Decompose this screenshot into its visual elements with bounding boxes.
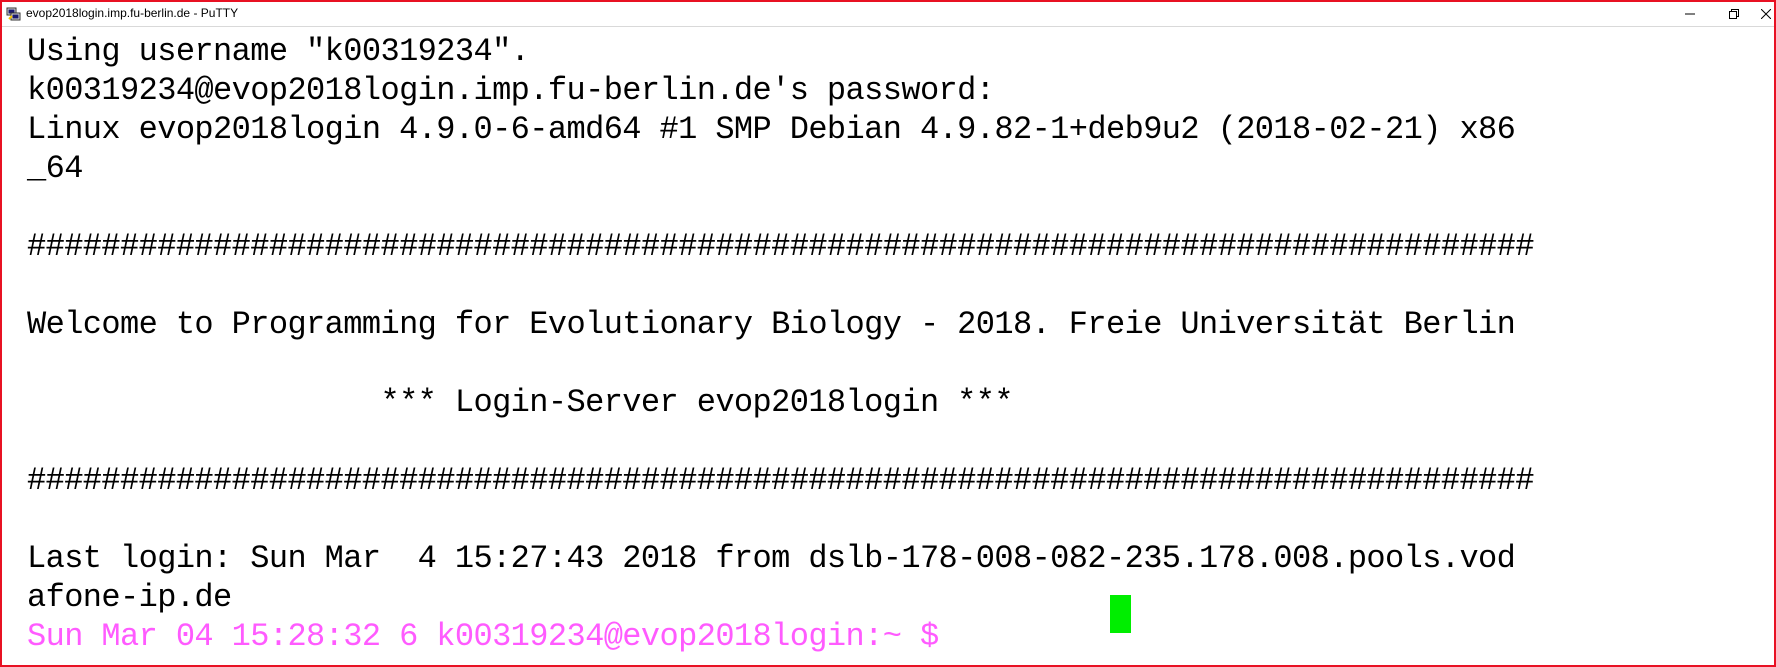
putty-window: evop2018login.imp.fu-berlin.de - PuTTY U… — [0, 0, 1776, 667]
title-bar[interactable]: evop2018login.imp.fu-berlin.de - PuTTY — [2, 2, 1774, 27]
minimize-button[interactable] — [1668, 2, 1712, 26]
close-button[interactable] — [1756, 2, 1776, 26]
terminal-line: ########################################… — [27, 462, 1534, 499]
terminal-line: Welcome to Programming for Evolutionary … — [27, 306, 1516, 343]
restore-icon — [1729, 9, 1739, 19]
terminal-cursor — [1110, 595, 1131, 633]
terminal-line: _64 — [27, 150, 83, 187]
close-icon — [1761, 9, 1771, 19]
shell-prompt: Sun Mar 04 15:28:32 6 k00319234@evop2018… — [27, 618, 958, 655]
minimize-icon — [1685, 9, 1695, 19]
putty-icon[interactable] — [6, 6, 21, 21]
terminal-screen[interactable]: Using username "k00319234". k00319234@ev… — [2, 27, 1774, 665]
terminal-line: Linux evop2018login 4.9.0-6-amd64 #1 SMP… — [27, 111, 1516, 148]
terminal-line: ########################################… — [27, 228, 1534, 265]
restore-button[interactable] — [1712, 2, 1756, 26]
terminal-line: Last login: Sun Mar 4 15:27:43 2018 from… — [27, 540, 1516, 577]
terminal-line: afone-ip.de — [27, 579, 232, 616]
terminal-line: Using username "k00319234". — [27, 33, 530, 70]
terminal-line: *** Login-Server evop2018login *** — [27, 384, 1013, 421]
terminal-line: k00319234@evop2018login.imp.fu-berlin.de… — [27, 72, 995, 109]
window-title: evop2018login.imp.fu-berlin.de - PuTTY — [26, 6, 239, 20]
